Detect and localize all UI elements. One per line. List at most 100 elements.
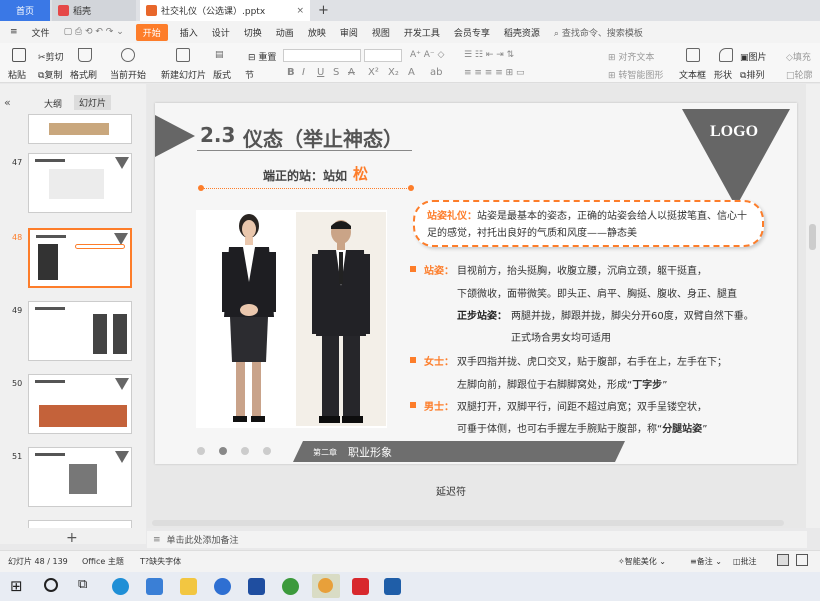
reset-button[interactable]: ⊟ 重置 bbox=[248, 50, 276, 63]
subscript-icon[interactable]: X₂ bbox=[388, 67, 399, 78]
beautify-button[interactable]: ✧智能美化 ⌄ bbox=[618, 556, 666, 567]
highlight-icon[interactable]: ab bbox=[430, 67, 442, 78]
thumbnail-callout bbox=[75, 244, 125, 249]
search-taskbar-icon[interactable] bbox=[44, 578, 58, 592]
scrollbar-thumb[interactable] bbox=[809, 224, 816, 250]
fill-button[interactable]: ◇填充 bbox=[786, 50, 811, 63]
menu-developer[interactable]: 开发工具 bbox=[397, 26, 447, 39]
slide-number: 47 bbox=[12, 158, 23, 167]
slide-48[interactable]: 2.3 仪态（举止神态） LOGO 端正的站：站如 松 站姿礼仪：站姿是最基本的… bbox=[155, 103, 797, 464]
menu-daoke-resources[interactable]: 稻壳资源 bbox=[497, 26, 547, 39]
layout-button[interactable]: 版式 bbox=[213, 68, 231, 81]
browser-icon[interactable] bbox=[214, 578, 231, 595]
pagination-dot bbox=[197, 447, 205, 455]
strikethrough-icon[interactable]: A bbox=[348, 67, 355, 78]
file-explorer-icon[interactable] bbox=[180, 578, 197, 595]
pagination-dot bbox=[263, 447, 271, 455]
textbox-button[interactable]: 文本框 bbox=[679, 68, 706, 81]
copy-button[interactable]: ⧉复制 bbox=[38, 68, 62, 81]
vertical-scrollbar[interactable] bbox=[806, 84, 820, 528]
edge-icon[interactable] bbox=[112, 578, 129, 595]
comment-icon: ◫ bbox=[733, 557, 741, 566]
slide-thumbnail-47[interactable] bbox=[28, 153, 132, 213]
media-player-icon[interactable] bbox=[248, 578, 265, 595]
wps-active-icon[interactable] bbox=[312, 574, 340, 598]
shadow-icon[interactable]: S bbox=[333, 67, 339, 78]
format-painter-icon[interactable] bbox=[78, 48, 92, 62]
font-color-icon[interactable]: A bbox=[408, 67, 415, 78]
task-view-icon[interactable]: ⧉ bbox=[78, 577, 87, 592]
notes-placeholder[interactable]: 单击此处添加备注 bbox=[167, 533, 239, 546]
font-size-field[interactable] bbox=[364, 49, 402, 62]
new-slide-icon[interactable] bbox=[176, 48, 190, 62]
play-from-current-button[interactable]: 当前开始 bbox=[110, 68, 146, 81]
slide-thumbnail-50[interactable] bbox=[28, 374, 132, 434]
menu-slideshow[interactable]: 放映 bbox=[301, 26, 333, 39]
menu-animation[interactable]: 动画 bbox=[269, 26, 301, 39]
outline-button[interactable]: □轮廓 bbox=[786, 68, 813, 81]
menu-insert[interactable]: 插入 bbox=[173, 26, 205, 39]
menu-review[interactable]: 审阅 bbox=[333, 26, 365, 39]
collapse-panel-icon[interactable]: « bbox=[4, 96, 11, 109]
comment-button[interactable]: ◫批注 bbox=[733, 556, 757, 567]
slide-thumbnail-51[interactable] bbox=[28, 447, 132, 507]
tab-document[interactable]: 社交礼仪（公选课）.pptx × bbox=[140, 0, 310, 21]
tab-slides[interactable]: 幻灯片 bbox=[74, 95, 112, 110]
layout-icon[interactable]: ▤ bbox=[215, 50, 224, 60]
slide-thumbnail-46[interactable] bbox=[28, 114, 132, 144]
notes-toggle-button[interactable]: ≡备注 ⌄ bbox=[690, 556, 722, 567]
picture-button[interactable]: ▣图片 bbox=[740, 50, 767, 63]
sorter-view-icon[interactable] bbox=[796, 554, 808, 566]
add-slide-icon[interactable]: + bbox=[66, 530, 78, 546]
menu-design[interactable]: 设计 bbox=[205, 26, 237, 39]
new-tab-icon[interactable]: + bbox=[318, 3, 329, 18]
ie-icon[interactable] bbox=[282, 578, 299, 595]
status-bar: 幻灯片 48 / 139 Office 主题 T?缺失字体 ✧智能美化 ⌄ ≡备… bbox=[0, 550, 820, 572]
slide-thumbnail-52[interactable] bbox=[28, 520, 132, 528]
textbox-icon[interactable] bbox=[686, 48, 700, 62]
tab-home[interactable]: 首页 bbox=[0, 0, 50, 21]
bold-icon[interactable]: B bbox=[287, 67, 295, 78]
superscript-icon[interactable]: X² bbox=[368, 67, 379, 78]
menu-file[interactable]: 文件 bbox=[25, 26, 57, 39]
menu-member[interactable]: 会员专享 bbox=[447, 26, 497, 39]
italic-icon[interactable]: I bbox=[302, 67, 305, 78]
slide-thumbnail-49[interactable] bbox=[28, 301, 132, 361]
align-icons[interactable]: ≡ ≡ ≡ ≡ ⊞ ▭ bbox=[464, 68, 525, 78]
menu-view[interactable]: 视图 bbox=[365, 26, 397, 39]
shape-icon[interactable] bbox=[719, 48, 733, 62]
quick-access-icons[interactable]: ▢ ⎙ ⟲ ↶ ↷ ⌄ bbox=[57, 27, 131, 37]
arrange-button[interactable]: ⧉排列 bbox=[740, 68, 764, 81]
align-text-button[interactable]: ⊞ 对齐文本 bbox=[608, 50, 654, 63]
menu-transition[interactable]: 切换 bbox=[237, 26, 269, 39]
paste-icon[interactable] bbox=[12, 48, 26, 62]
list-icons[interactable]: ☰ ☷ ⇤ ⇥ ⇅ bbox=[464, 50, 514, 60]
windows-start-icon[interactable]: ⊞ bbox=[10, 577, 23, 595]
cut-button[interactable]: ✂剪切 bbox=[38, 50, 64, 63]
underline-dot-left bbox=[198, 185, 204, 191]
new-slide-button[interactable]: 新建幻灯片 bbox=[161, 68, 206, 81]
missing-font-button[interactable]: T?缺失字体 bbox=[140, 556, 181, 567]
mail-icon[interactable] bbox=[146, 578, 163, 595]
app-icon[interactable] bbox=[384, 578, 401, 595]
tab-outline[interactable]: 大纲 bbox=[44, 97, 62, 110]
smart-art-button[interactable]: ⊞ 转智能图形 bbox=[608, 68, 663, 81]
font-size-up-icon[interactable]: A⁺ A⁻ ◇ bbox=[410, 50, 444, 60]
shape-button[interactable]: 形状 bbox=[714, 68, 732, 81]
horizontal-scrollbar[interactable] bbox=[152, 520, 784, 526]
search-box[interactable]: ⌕ 查找命令、搜索模板 bbox=[547, 26, 650, 39]
wps-red-icon[interactable] bbox=[352, 578, 369, 595]
notes-pane[interactable]: ≡ 单击此处添加备注 bbox=[147, 531, 807, 548]
normal-view-icon[interactable] bbox=[777, 554, 789, 566]
slide-thumbnail-48-selected[interactable] bbox=[28, 228, 132, 288]
hamburger-icon[interactable]: ≡ bbox=[0, 27, 25, 37]
format-painter-button[interactable]: 格式刷 bbox=[70, 68, 97, 81]
section-button[interactable]: 节 bbox=[245, 68, 254, 81]
play-icon[interactable] bbox=[121, 48, 135, 62]
menu-start[interactable]: 开始 bbox=[135, 23, 168, 41]
tab-daoke[interactable]: 稻壳 bbox=[52, 0, 136, 21]
font-name-field[interactable] bbox=[283, 49, 361, 62]
paste-button[interactable]: 粘贴 bbox=[8, 68, 26, 81]
underline-icon[interactable]: U bbox=[317, 67, 324, 78]
close-tab-icon[interactable]: × bbox=[296, 6, 304, 16]
